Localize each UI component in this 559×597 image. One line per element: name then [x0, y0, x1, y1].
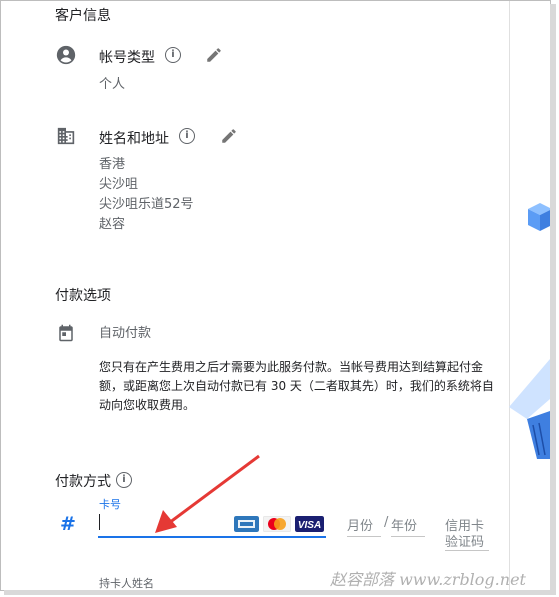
watermark: 赵容部落 www.zrblog.net [330, 570, 526, 589]
name-address-label: 姓名和地址 [99, 131, 169, 147]
info-icon[interactable]: i [116, 472, 132, 488]
account-type-label: 帐号类型 [99, 50, 155, 66]
annotation-arrow [155, 454, 260, 533]
cvc-placeholder-line2: 验证码 [445, 535, 485, 550]
auto-pay-description: 您只有在产生费用之后才需要为此服务付款。当帐号费用达到结算起付金额，或距离您上次… [99, 360, 494, 412]
business-icon [57, 127, 75, 145]
address-line: 香港 [99, 157, 126, 172]
info-icon[interactable]: i [179, 128, 195, 144]
visa-logo-icon: VISA [295, 516, 324, 532]
payment-method-header: 付款方式 [55, 474, 111, 490]
address-line: 尖沙咀乐道52号 [99, 197, 194, 212]
edit-icon[interactable] [205, 46, 223, 64]
frame-shadow [550, 4, 556, 593]
card-number-label: 卡号 [99, 498, 121, 511]
expiry-year-placeholder: 年份 [391, 519, 418, 534]
edit-icon[interactable] [220, 127, 238, 145]
decorative-cube-graphic [528, 203, 550, 231]
mastercard-logo-icon [263, 516, 291, 532]
account-circle-icon [56, 45, 76, 65]
text-caret [99, 514, 100, 530]
expiry-year-input[interactable]: 年份 [391, 514, 425, 537]
info-icon[interactable]: i [165, 47, 181, 63]
calendar-icon [59, 324, 73, 342]
decorative-box-graphic [509, 359, 550, 459]
panel-edge [509, 1, 510, 590]
expiry-separator: / [384, 515, 389, 530]
customer-info-header: 客户信息 [55, 8, 111, 24]
expiry-month-placeholder: 月份 [347, 519, 374, 534]
cardholder-name-label: 持卡人姓名 [99, 577, 154, 590]
address-line: 尖沙咀 [99, 177, 139, 192]
credit-card-hash-icon: # [60, 513, 76, 535]
cvc-input[interactable]: 信用卡 验证码 [445, 514, 489, 551]
payment-options-header: 付款选项 [55, 288, 111, 304]
account-type-value: 个人 [99, 77, 126, 92]
expiry-month-input[interactable]: 月份 [347, 514, 381, 537]
auto-pay-label: 自动付款 [99, 326, 152, 341]
billing-settings-panel: 客户信息 帐号类型 i 个人 姓名和地址 i 香港 尖沙咀 尖沙咀乐道52号 赵… [0, 0, 551, 591]
address-line: 赵容 [99, 217, 126, 232]
frame-shadow [4, 590, 556, 595]
svg-text:VISA: VISA [298, 520, 321, 531]
